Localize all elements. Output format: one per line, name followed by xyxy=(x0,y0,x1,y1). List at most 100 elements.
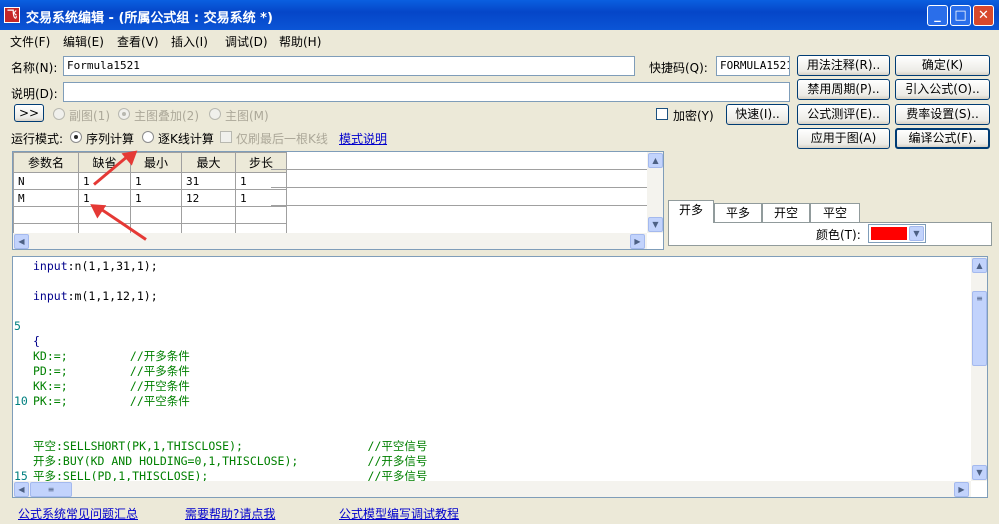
title-bar: 飞 交易系统编辑 - (所属公式组 : 交易系统 *) _ □ ✕ xyxy=(0,0,999,30)
shortcut-input[interactable]: FORMULA1521 xyxy=(716,56,790,76)
name-input[interactable]: Formula1521 xyxy=(63,56,635,76)
param-cell[interactable] xyxy=(181,206,236,224)
param-cell[interactable] xyxy=(130,206,182,224)
scroll-left-icon[interactable]: ◀ xyxy=(14,482,29,497)
mode-help-link[interactable]: 模式说明 xyxy=(339,130,387,147)
scroll-left-icon[interactable]: ◀ xyxy=(14,234,29,249)
code-line[interactable]: 平空:SELLSHORT(PK,1,THISCLOSE); //平空信号 xyxy=(33,439,427,454)
minimize-button[interactable]: _ xyxy=(927,5,948,26)
param-cell[interactable]: 12 xyxy=(181,189,236,207)
code-token: PD:=; //平多条件 xyxy=(33,364,190,378)
code-token: :n(1,1,31,1); xyxy=(67,259,158,273)
tab-open-long[interactable]: 开多 xyxy=(668,200,714,223)
code-line[interactable]: KK:=; //开空条件 xyxy=(33,379,190,394)
encrypt-checkbox[interactable] xyxy=(656,108,668,120)
code-editor[interactable]: input:n(1,1,31,1); input:m(1,1,12,1); 5{KD… xyxy=(12,256,988,498)
param-cell[interactable]: 1 xyxy=(130,172,182,190)
param-header-row: 参数名 缺省 最小 最大 步长 xyxy=(13,152,287,173)
compile-formula-button[interactable]: 编译公式(F). xyxy=(895,128,990,149)
table-row[interactable]: M 1 1 12 1 xyxy=(13,189,287,207)
scroll-up-icon[interactable]: ▲ xyxy=(972,258,987,273)
param-vscrollbar[interactable]: ▲ ▼ xyxy=(647,152,663,233)
param-cell[interactable]: 1 xyxy=(130,189,182,207)
formula-test-button[interactable]: 公式测评(E).. xyxy=(797,104,890,125)
main-chart-label: 主图(M) xyxy=(225,109,269,123)
menu-file[interactable]: 文件(F) xyxy=(10,33,50,50)
per-bar-calc-radio[interactable] xyxy=(142,131,154,143)
faq-link[interactable]: 公式系统常见问题汇总 xyxy=(18,505,138,522)
main-chart-radio[interactable] xyxy=(209,108,221,120)
color-swatch xyxy=(871,227,907,240)
menu-view[interactable]: 查看(V) xyxy=(117,33,159,50)
usage-note-button[interactable]: 用法注释(R).. xyxy=(797,55,890,76)
main-overlay-radio[interactable] xyxy=(118,108,130,120)
code-line[interactable]: PK:=; //平空条件 xyxy=(33,394,190,409)
header-max[interactable]: 最大 xyxy=(181,152,236,173)
param-cell[interactable]: N xyxy=(13,172,79,190)
scroll-down-icon[interactable]: ▼ xyxy=(972,465,987,480)
code-line[interactable]: input:n(1,1,31,1); xyxy=(33,259,158,274)
code-line[interactable]: 开多:BUY(KD AND HOLDING=0,1,THISCLOSE); //… xyxy=(33,454,427,469)
line-number: 5 xyxy=(14,319,21,333)
per-bar-calc-label: 逐K线计算 xyxy=(158,132,214,146)
fast-button[interactable]: 快速(I).. xyxy=(726,104,789,125)
tab-close-long[interactable]: 平多 xyxy=(714,203,762,222)
param-cell[interactable]: 31 xyxy=(181,172,236,190)
disable-period-button[interactable]: 禁用周期(P).. xyxy=(797,79,890,100)
refresh-last-checkbox[interactable] xyxy=(220,131,232,143)
table-row[interactable] xyxy=(13,206,287,224)
menu-debug[interactable]: 调试(D) xyxy=(225,33,268,50)
help-link[interactable]: 需要帮助?请点我 xyxy=(185,505,275,522)
code-vscrollbar[interactable]: ▲ ≡ ▼ xyxy=(971,257,987,481)
description-label: 说明(D): xyxy=(11,87,58,101)
sequence-calc-radio[interactable] xyxy=(70,131,82,143)
param-cell[interactable] xyxy=(13,206,79,224)
maximize-button[interactable]: □ xyxy=(950,5,971,26)
scroll-down-icon[interactable]: ▼ xyxy=(648,217,663,232)
code-area[interactable]: input:n(1,1,31,1); input:m(1,1,12,1); 5{KD… xyxy=(13,257,971,483)
param-cell[interactable]: M xyxy=(13,189,79,207)
sub-chart-radio[interactable] xyxy=(53,108,65,120)
param-hscrollbar[interactable]: ◀ ▶ xyxy=(13,233,647,249)
menu-insert[interactable]: 插入(I) xyxy=(171,33,208,50)
header-param-name[interactable]: 参数名 xyxy=(13,152,79,173)
code-token: input xyxy=(33,259,68,273)
code-token: KK:=; //开空条件 xyxy=(33,379,190,393)
window-title: 交易系统编辑 - (所属公式组 : 交易系统 *) xyxy=(26,11,273,26)
tab-panel: 颜色(T): ▼ xyxy=(668,222,992,246)
sequence-calc-label: 序列计算 xyxy=(86,132,135,146)
code-token: :m(1,1,12,1); xyxy=(67,289,158,303)
menu-edit[interactable]: 编辑(E) xyxy=(63,33,104,50)
encrypt-label: 加密(Y) xyxy=(673,109,714,123)
line-number: 10 xyxy=(14,394,28,408)
import-formula-button[interactable]: 引入公式(O).. xyxy=(895,79,990,100)
code-token: PK:=; //平空条件 xyxy=(33,394,190,408)
color-select[interactable]: ▼ xyxy=(868,224,926,243)
menu-help[interactable]: 帮助(H) xyxy=(279,33,321,50)
scroll-thumb[interactable]: ≡ xyxy=(972,291,987,366)
scroll-right-icon[interactable]: ▶ xyxy=(954,482,969,497)
confirm-button[interactable]: 确定(K) xyxy=(895,55,990,76)
scroll-thumb[interactable]: ≡ xyxy=(30,482,72,497)
tutorial-link[interactable]: 公式模型编写调试教程 xyxy=(339,505,459,522)
expand-button[interactable]: >> xyxy=(14,104,44,122)
chevron-down-icon[interactable]: ▼ xyxy=(909,226,924,241)
scroll-right-icon[interactable]: ▶ xyxy=(630,234,645,249)
param-cell[interactable]: 1 xyxy=(235,189,287,207)
tab-open-short[interactable]: 开空 xyxy=(762,203,810,222)
tab-close-short[interactable]: 平空 xyxy=(810,203,860,222)
code-line[interactable]: PD:=; //平多条件 xyxy=(33,364,190,379)
table-row[interactable]: N 1 1 31 1 xyxy=(13,172,287,190)
grid-line xyxy=(271,187,647,188)
code-line[interactable]: KD:=; //开多条件 xyxy=(33,349,190,364)
fee-settings-button[interactable]: 费率设置(S).. xyxy=(895,104,990,125)
code-hscrollbar[interactable]: ◀ ≡ ▶ xyxy=(13,481,971,497)
description-input[interactable] xyxy=(63,82,790,102)
param-cell[interactable] xyxy=(235,206,287,224)
scroll-up-icon[interactable]: ▲ xyxy=(648,153,663,168)
code-line[interactable]: { xyxy=(33,334,40,349)
close-button[interactable]: ✕ xyxy=(973,5,994,26)
code-line[interactable]: input:m(1,1,12,1); xyxy=(33,289,158,304)
apply-to-chart-button[interactable]: 应用于图(A) xyxy=(797,128,890,149)
code-token: 开多:BUY(KD AND HOLDING=0,1,THISCLOSE); //… xyxy=(33,454,428,468)
